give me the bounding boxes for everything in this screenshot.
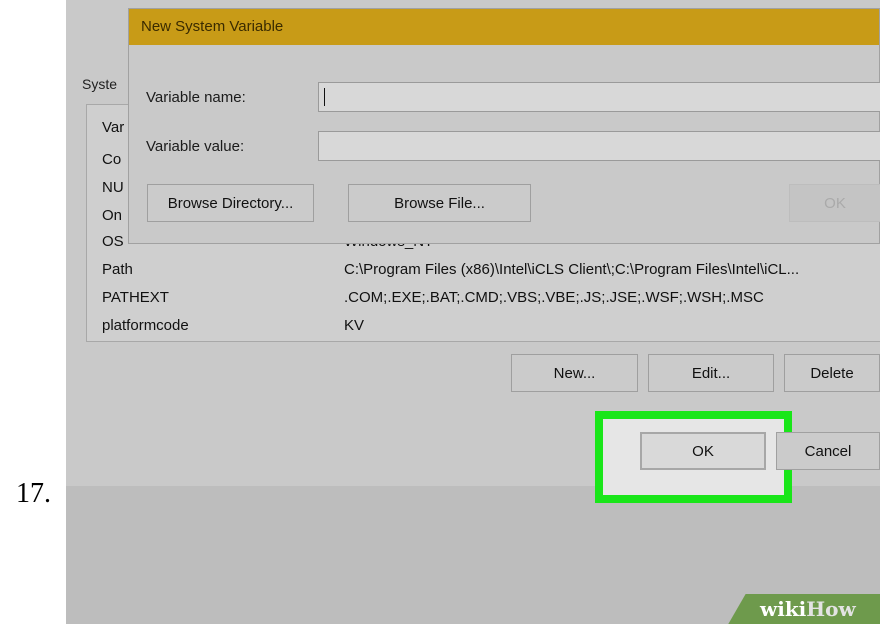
system-variables-label: Syste xyxy=(82,76,118,92)
delete-variable-button[interactable]: Delete xyxy=(784,354,880,392)
browse-file-button[interactable]: Browse File... xyxy=(348,184,531,222)
row-name: PATHEXT xyxy=(102,289,169,306)
cancel-button[interactable]: Cancel xyxy=(776,432,880,470)
table-row[interactable]: PATHEXT .COM;.EXE;.BAT;.CMD;.VBS;.VBE;.J… xyxy=(102,289,764,306)
variable-name-label: Variable name: xyxy=(146,89,246,106)
watermark-part1: wiki xyxy=(760,597,807,621)
row-value: C:\Program Files (x86)\Intel\iCLS Client… xyxy=(344,261,800,278)
row-name: OS xyxy=(102,233,124,250)
row-name: Co xyxy=(102,151,122,168)
row-name: Path xyxy=(102,261,133,278)
ok-button[interactable]: OK xyxy=(640,432,766,470)
dialog-ok-button[interactable]: OK xyxy=(789,184,880,222)
row-name: platformcode xyxy=(102,317,189,334)
table-row[interactable]: platformcode KV xyxy=(102,317,364,334)
variable-name-input[interactable] xyxy=(318,82,880,112)
screenshot-frame: Syste Var Co NU On OS Windows_NT Path C:… xyxy=(66,0,880,624)
table-row[interactable]: Path C:\Program Files (x86)\Intel\iCLS C… xyxy=(102,261,799,278)
watermark-part2: How xyxy=(806,597,856,621)
row-value: KV xyxy=(344,317,365,334)
row-name: On xyxy=(102,207,123,224)
text-caret xyxy=(324,88,325,106)
list-header-variable: Var xyxy=(102,119,125,136)
table-row[interactable]: On xyxy=(102,207,122,224)
list-header: Var xyxy=(102,119,124,136)
edit-variable-button[interactable]: Edit... xyxy=(648,354,774,392)
new-system-variable-dialog: New System Variable Variable name: Varia… xyxy=(128,8,880,244)
new-variable-button[interactable]: New... xyxy=(511,354,638,392)
table-row[interactable]: OS Windows_NT xyxy=(102,233,433,250)
table-row[interactable]: NU xyxy=(102,179,124,196)
wikihow-watermark: wikiHow xyxy=(760,597,856,621)
variable-value-input[interactable] xyxy=(318,131,880,161)
dialog-title: New System Variable xyxy=(129,9,879,45)
variable-value-label: Variable value: xyxy=(146,138,245,155)
step-number: 17. xyxy=(16,478,51,509)
browse-directory-button[interactable]: Browse Directory... xyxy=(147,184,314,222)
row-name: NU xyxy=(102,179,124,196)
row-value: .COM;.EXE;.BAT;.CMD;.VBS;.VBE;.JS;.JSE;.… xyxy=(344,289,764,306)
table-row[interactable]: Co xyxy=(102,151,121,168)
